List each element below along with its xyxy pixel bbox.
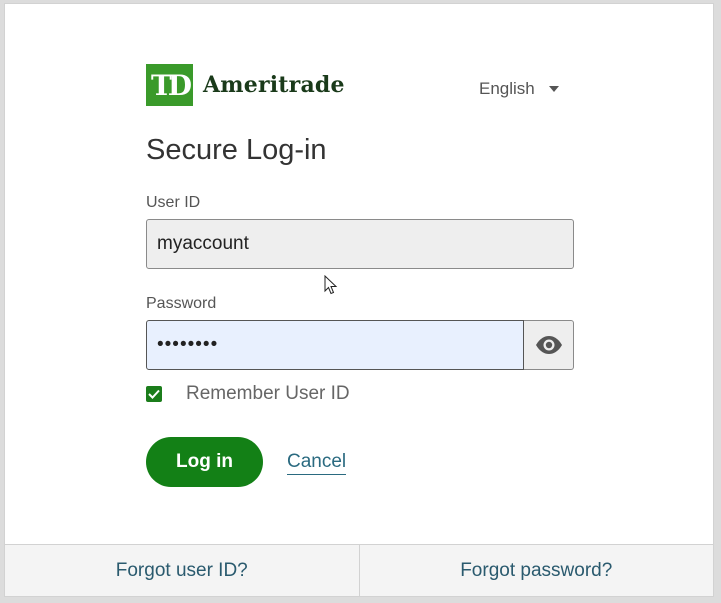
language-selector[interactable]: English (479, 79, 559, 99)
mouse-cursor-icon (324, 275, 338, 295)
language-selected: English (479, 79, 535, 98)
forgot-userid-link[interactable]: Forgot user ID? (5, 545, 359, 596)
checkmark-icon (148, 389, 160, 399)
remember-checkbox[interactable] (146, 386, 162, 402)
brand-name: Ameritrade (203, 72, 345, 98)
td-logo-mark: TD (146, 64, 193, 106)
userid-input[interactable] (146, 219, 574, 269)
userid-label: User ID (146, 194, 201, 211)
caret-down-icon (548, 86, 559, 92)
cancel-link[interactable]: Cancel (287, 451, 347, 475)
show-password-button[interactable] (524, 320, 574, 370)
password-field (146, 320, 574, 370)
login-button[interactable]: Log in (146, 437, 263, 487)
forgot-password-link[interactable]: Forgot password? (360, 545, 714, 596)
page-title: Secure Log-in (146, 134, 327, 166)
remember-userid[interactable]: Remember User ID (146, 383, 350, 405)
eye-icon (535, 336, 562, 354)
td-ameritrade-logo: TD Ameritrade (146, 64, 345, 106)
password-label: Password (146, 295, 217, 312)
footer-links: Forgot user ID? Forgot password? (5, 544, 713, 596)
login-dialog: TD Ameritrade English Secure Log-in User… (4, 3, 714, 597)
remember-label: Remember User ID (186, 383, 350, 404)
password-input[interactable] (146, 320, 524, 370)
